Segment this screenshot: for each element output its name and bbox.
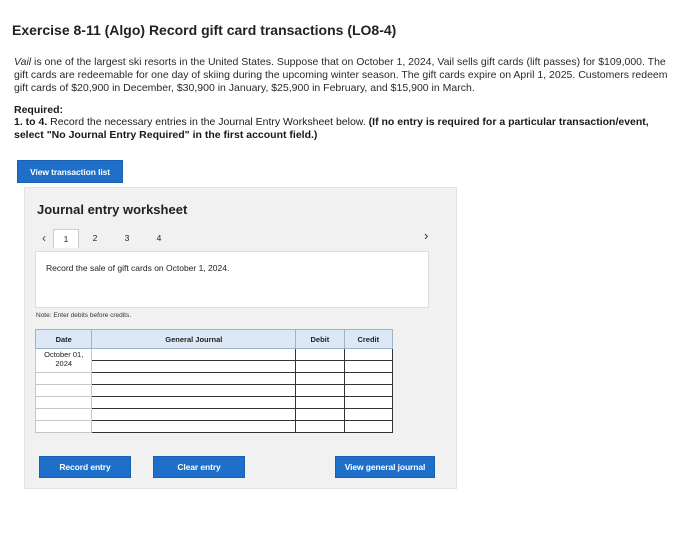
table-row [34,420,394,433]
problem-text: is one of the largest ski resorts in the… [14,56,668,94]
header-date: Date [34,329,93,349]
debits-note: Note: Enter debits before credits. [36,312,132,319]
debit-field[interactable] [295,360,345,373]
header-general-journal: General Journal [91,329,297,349]
credit-field[interactable] [343,372,394,385]
account-field[interactable] [91,372,297,385]
credit-field[interactable] [343,360,394,373]
table-row [34,396,394,409]
date-cell [34,420,93,433]
table-header-row: Date General Journal Debit Credit [34,329,394,349]
debit-field[interactable] [295,420,345,433]
date-cell [34,396,93,409]
date-cell [34,408,93,421]
debit-field[interactable] [295,348,345,361]
header-debit: Debit [295,329,345,349]
transaction-prompt: Record the sale of gift cards on October… [46,263,230,273]
required-prefix: 1. to 4. [14,116,48,128]
header-credit: Credit [343,329,394,349]
worksheet-tabs: ‹ 1 2 3 4 [35,228,175,248]
prev-arrow-icon[interactable]: ‹ [35,231,53,245]
account-field[interactable] [91,384,297,397]
transaction-prompt-box: Record the sale of gift cards on October… [35,251,429,308]
account-field[interactable] [91,396,297,409]
clear-entry-button[interactable]: Clear entry [153,456,245,478]
required-instructions: 1. to 4. Record the necessary entries in… [14,116,674,142]
date-cell [34,384,93,397]
page-title: Exercise 8-11 (Algo) Record gift card tr… [12,22,397,38]
worksheet-title: Journal entry worksheet [37,202,188,217]
journal-entry-worksheet: Journal entry worksheet ‹ 1 2 3 4 Record… [24,187,457,489]
tab-1[interactable]: 1 [53,228,79,248]
debit-field[interactable] [295,408,345,421]
account-field[interactable] [91,360,297,373]
view-general-journal-button[interactable]: View general journal [335,456,435,478]
next-arrow-icon[interactable]: › [424,228,428,243]
required-heading: Required: [14,104,64,116]
credit-field[interactable] [343,420,394,433]
journal-table: Date General Journal Debit Credit Octobe… [34,329,394,433]
table-row [34,408,394,421]
tab-2[interactable]: 2 [79,229,111,247]
credit-field[interactable] [343,384,394,397]
date-cell [34,372,93,385]
table-row [34,372,394,385]
account-field[interactable] [91,420,297,433]
account-field[interactable] [91,408,297,421]
problem-statement: Vail is one of the largest ski resorts i… [14,56,674,95]
date-cell: October 01, 2024 [34,348,93,373]
table-row [34,384,394,397]
view-transaction-list-button[interactable]: View transaction list [17,160,123,183]
debit-field[interactable] [295,372,345,385]
table-row: October 01, 2024 [34,348,394,373]
account-field[interactable] [91,348,297,361]
tab-4[interactable]: 4 [143,229,175,247]
required-text: Record the necessary entries in the Jour… [47,116,369,128]
record-entry-button[interactable]: Record entry [39,456,131,478]
credit-field[interactable] [343,396,394,409]
debit-field[interactable] [295,384,345,397]
tab-3[interactable]: 3 [111,229,143,247]
debit-field[interactable] [295,396,345,409]
credit-field[interactable] [343,408,394,421]
credit-field[interactable] [343,348,394,361]
company-name: Vail [14,56,32,68]
